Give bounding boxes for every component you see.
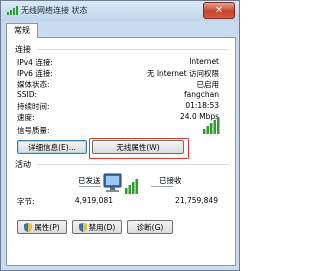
info-value: 01:18:53 [185,101,219,110]
info-value: fangchan [184,90,219,99]
info-row: 媒体状态: 已启用 [17,79,219,89]
shield-icon [78,223,87,237]
info-label: IPv6 连接: [17,69,53,78]
info-label: SSID: [17,90,38,99]
title-bar: 无线网络连接 状态 ✕ [1,1,239,21]
info-value: Internet [189,57,219,66]
sent-label: 已发送 [78,176,101,185]
info-row: 速度: 24.0 Mbps [17,112,219,122]
signal-row: 信号质量: [17,125,219,135]
info-row: IPv4 连接: Internet [17,57,219,67]
received-bytes: 21,759,849 [175,196,218,205]
diagnose-button[interactable]: 诊断(G) [127,220,173,234]
properties-label: 属性(P) [34,223,60,232]
network-computers-icon [101,171,141,197]
divider [151,186,173,187]
divider [37,164,229,165]
activity-heading: 活动 [15,160,31,169]
info-row: IPv6 连接: 无 Internet 访问权限 [17,68,219,78]
disable-label: 禁用(D) [88,223,116,232]
signal-bars-icon [203,116,221,134]
info-value: 已启用 [196,80,220,89]
sent-bytes: 4,919,081 [74,196,113,205]
close-button[interactable]: ✕ [203,2,235,19]
info-label: IPv4 连接: [17,58,53,67]
tab-general[interactable]: 常规 [6,23,38,38]
connection-heading: 连接 [15,45,31,54]
info-value: 无 Internet 访问权限 [146,69,219,78]
info-label: 速度: [17,113,35,122]
details-button[interactable]: 详细信息(E)... [17,140,87,154]
signal-label: 信号质量: [17,126,50,135]
window-title: 无线网络连接 状态 [21,6,88,15]
bytes-label: 字节: [17,197,35,206]
wireless-network-icon [6,5,18,16]
divider [79,186,101,187]
info-label: 持续时间: [17,102,50,111]
info-row: 持续时间: 01:18:53 [17,101,219,111]
divider [37,49,229,50]
info-row: SSID: fangchan [17,90,219,100]
status-window: 无线网络连接 状态 ✕ 常规 连接 IPv4 连接: Internet IPv6… [0,0,240,271]
received-label: 已接收 [159,176,182,185]
info-label: 媒体状态: [17,80,50,89]
properties-button[interactable]: 属性(P) [17,220,67,234]
shield-icon [24,223,33,237]
highlight-box [89,138,189,159]
disable-button[interactable]: 禁用(D) [72,220,122,234]
